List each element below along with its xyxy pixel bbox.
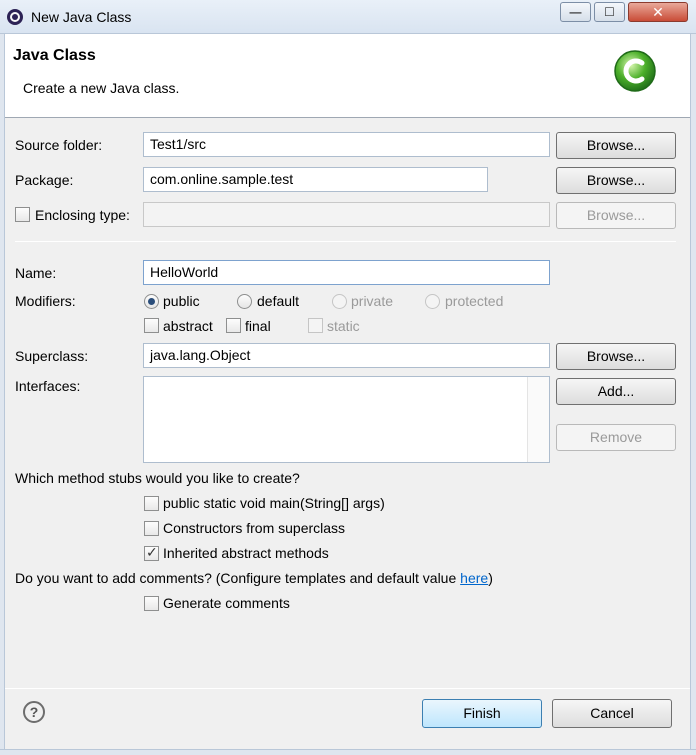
stub-constructors-label: Constructors from superclass xyxy=(163,520,346,536)
package-label: Package: xyxy=(15,172,74,188)
source-folder-field[interactable]: Test1/src xyxy=(143,132,550,157)
maximize-icon: ☐ xyxy=(604,5,615,19)
checkmark-icon: ✓ xyxy=(146,544,158,560)
superclass-field[interactable]: java.lang.Object xyxy=(143,343,550,368)
method-stubs-question: Which method stubs would you like to cre… xyxy=(15,470,300,486)
footer-separator xyxy=(5,688,690,689)
stub-inherited-checkbox[interactable]: ✓ xyxy=(144,544,159,561)
modifier-static-label: static xyxy=(327,318,360,334)
wizard-banner xyxy=(5,34,690,118)
generate-comments-checkbox[interactable] xyxy=(144,596,159,611)
modifier-abstract-checkbox[interactable] xyxy=(144,318,159,333)
name-label: Name: xyxy=(15,265,57,281)
stub-constructors-checkbox[interactable] xyxy=(144,521,159,536)
modifier-final-label: final xyxy=(245,318,271,334)
enclosing-type-label: Enclosing type: xyxy=(35,207,130,223)
stub-main-label: public static void main(String[] args) xyxy=(163,495,385,511)
modifier-default-radio[interactable] xyxy=(237,294,252,309)
page-description: Create a new Java class. xyxy=(23,80,180,96)
stub-main-checkbox[interactable] xyxy=(144,496,159,511)
window-frame-bottom xyxy=(0,749,696,755)
modifiers-label: Modifiers: xyxy=(15,293,76,309)
modifier-static-checkbox xyxy=(308,318,323,333)
modifier-private-radio xyxy=(332,294,347,309)
close-window-button[interactable]: ✕ xyxy=(628,2,688,22)
interfaces-list[interactable] xyxy=(143,376,550,463)
modifier-final-checkbox[interactable] xyxy=(226,318,241,333)
enclosing-type-checkbox[interactable] xyxy=(15,207,30,222)
package-browse-button[interactable]: Browse... xyxy=(556,167,676,194)
name-field[interactable]: HelloWorld xyxy=(143,260,550,285)
help-icon[interactable]: ? xyxy=(23,701,45,723)
comments-question: Do you want to add comments? (Configure … xyxy=(15,570,493,586)
close-icon: ✕ xyxy=(652,4,664,20)
modifier-public-radio[interactable] xyxy=(144,294,159,309)
finish-button[interactable]: Finish xyxy=(422,699,542,728)
minimize-button[interactable]: — xyxy=(560,2,591,22)
superclass-label: Superclass: xyxy=(15,348,89,364)
source-folder-browse-button[interactable]: Browse... xyxy=(556,132,676,159)
java-class-c-icon xyxy=(614,50,656,92)
enclosing-type-field xyxy=(143,202,550,227)
modifier-protected-radio xyxy=(425,294,440,309)
remove-interface-button: Remove xyxy=(556,424,676,451)
generate-comments-label: Generate comments xyxy=(163,595,290,611)
superclass-browse-button[interactable]: Browse... xyxy=(556,343,676,370)
modifier-abstract-label: abstract xyxy=(163,318,213,334)
window-title: New Java Class xyxy=(31,9,132,25)
minimize-icon: — xyxy=(569,5,582,19)
cancel-button[interactable]: Cancel xyxy=(552,699,672,728)
radio-selected-dot xyxy=(148,298,155,305)
modifier-public-label: public xyxy=(163,293,200,309)
comments-question-suffix: ) xyxy=(488,570,493,586)
enclosing-type-browse-button: Browse... xyxy=(556,202,676,229)
section-separator xyxy=(15,241,676,242)
interfaces-label: Interfaces: xyxy=(15,378,81,394)
stub-inherited-label: Inherited abstract methods xyxy=(163,545,329,561)
maximize-button[interactable]: ☐ xyxy=(594,2,625,22)
comments-question-text: Do you want to add comments? (Configure … xyxy=(15,570,461,586)
package-field[interactable]: com.online.sample.test xyxy=(143,167,488,192)
eclipse-app-icon xyxy=(7,9,23,25)
window-frame-right xyxy=(690,34,696,755)
modifier-protected-label: protected xyxy=(445,293,504,309)
add-interface-button[interactable]: Add... xyxy=(556,378,676,405)
page-title: Java Class xyxy=(13,47,96,64)
interfaces-scrollbar[interactable] xyxy=(527,377,549,462)
modifier-default-label: default xyxy=(257,293,300,309)
configure-templates-link[interactable]: here xyxy=(460,570,488,586)
source-folder-label: Source folder: xyxy=(15,137,103,153)
modifier-private-label: private xyxy=(351,293,394,309)
